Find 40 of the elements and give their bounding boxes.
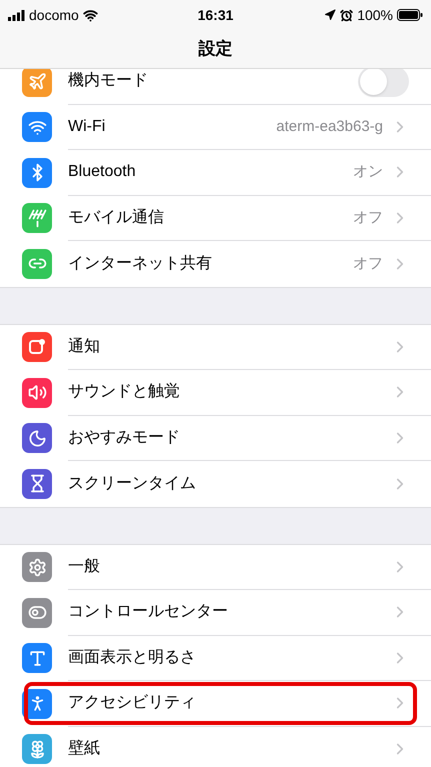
screen-title: 設定 — [198, 38, 232, 60]
setting-label[interactable]: 機内モード — [68, 69, 358, 94]
setting-value: オフ — [353, 208, 383, 228]
location-icon — [324, 9, 336, 21]
antenna-icon — [22, 203, 52, 234]
setting-value: オフ — [353, 254, 383, 274]
setting-label[interactable]: Wi-Fi — [68, 114, 276, 139]
setting-label[interactable]: インターネット共有 — [68, 252, 353, 276]
notification-icon — [22, 332, 52, 362]
clock-time: 16:31 — [198, 6, 234, 24]
setting-label[interactable]: コントロールセンター — [68, 600, 391, 624]
carrier-name: docomo — [29, 6, 79, 24]
signal-icon — [8, 10, 25, 20]
setting-label[interactable]: スクリーンタイム — [68, 472, 391, 496]
battery-icon — [397, 9, 423, 21]
hourglass-icon — [22, 468, 52, 499]
wifi-icon — [22, 112, 52, 142]
gear-icon — [22, 552, 52, 582]
moon-icon — [22, 423, 52, 454]
chain-link-icon — [22, 248, 52, 279]
setting-label[interactable]: おやすみモード — [68, 426, 391, 450]
setting-label[interactable]: Bluetooth — [68, 160, 353, 184]
alarm-icon — [340, 8, 354, 22]
wifi-icon — [82, 8, 98, 22]
setting-label[interactable]: 通知 — [68, 334, 391, 359]
setting-label[interactable]: モバイル通信 — [68, 206, 353, 230]
toggle-switch[interactable] — [358, 69, 409, 97]
switches-icon — [22, 598, 52, 628]
speaker-icon — [22, 378, 52, 408]
bluetooth-icon — [22, 158, 52, 188]
text-size-icon — [22, 643, 52, 674]
setting-value: aterm-ea3b63-g — [276, 116, 383, 136]
setting-label[interactable]: 画面表示と明るさ — [68, 646, 391, 670]
battery-level: 100% — [357, 6, 393, 24]
flower-icon — [22, 734, 52, 764]
setting-label[interactable]: 壁紙 — [68, 737, 391, 762]
setting-label[interactable]: サウンドと触覚 — [68, 380, 391, 404]
setting-value: オン — [353, 162, 383, 182]
setting-label[interactable]: 一般 — [68, 554, 391, 579]
setting-label[interactable]: アクセシビリティ — [68, 691, 391, 716]
